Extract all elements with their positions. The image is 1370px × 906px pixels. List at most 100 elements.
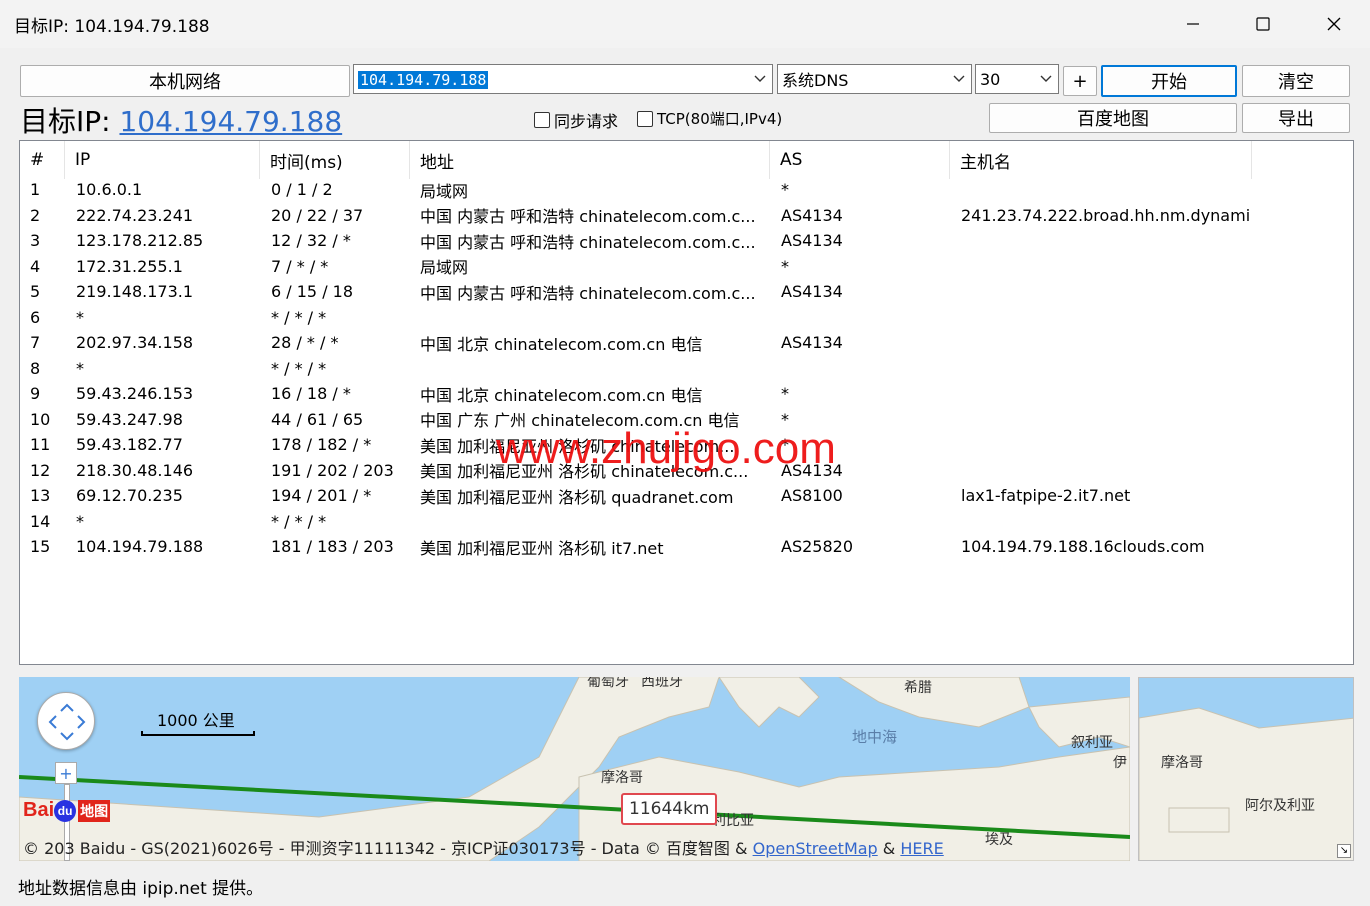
maximize-button[interactable] (1240, 0, 1286, 48)
col-header-ip[interactable]: IP (65, 141, 260, 179)
table-row[interactable]: 14 * * / * / * (20, 509, 1353, 535)
cell-address: 中国 内蒙古 呼和浩特 chinatelecom.com.c... (420, 283, 756, 303)
cell-hostname (961, 381, 1251, 407)
cell-ip: 59.43.247.98 (76, 409, 183, 429)
cell-ip: 59.43.246.153 (76, 384, 194, 404)
baidu-map-button[interactable]: 百度地图 (989, 103, 1237, 133)
col-header-time[interactable]: 时间(ms) (260, 141, 410, 179)
status-bar: 地址数据信息由 ipip.net 提供。 (18, 878, 264, 899)
map-copyright: © 203 Baidu - GS(2021)6026号 - 甲测资字111113… (23, 835, 944, 859)
col-header-address[interactable]: 地址 (410, 141, 770, 179)
cell-time: 6 / 15 / 18 (271, 282, 354, 302)
export-button[interactable]: 导出 (1242, 103, 1350, 133)
cell-hostname: 241.23.74.222.broad.hh.nm.dynami... (961, 205, 1251, 225)
tcp-label: TCP(80端口,IPv4) (657, 110, 783, 128)
cell-time: 7 / * / * (271, 256, 329, 276)
table-row[interactable]: 8 * * / * / * (20, 356, 1353, 382)
close-button[interactable] (1311, 0, 1357, 48)
col-header-as[interactable]: AS (770, 141, 950, 179)
cell-index: 8 (30, 358, 41, 378)
trace-table[interactable]: # IP 时间(ms) 地址 AS 主机名 1 10.6.0.1 0 / 1 / 2… (19, 140, 1354, 665)
table-row[interactable]: 5 219.148.173.1 6 / 15 / 18 中国 内蒙古 呼和浩特 chi… (20, 279, 1353, 305)
target-input[interactable]: 104.194.79.188 (358, 70, 489, 89)
cell-time: 16 / 18 / * (271, 384, 351, 404)
cell-ip: 219.148.173.1 (76, 282, 194, 302)
minimize-button[interactable] (1170, 0, 1216, 48)
title-bar: 目标IP: 104.194.79.188 (0, 0, 1370, 48)
openstreetmap-link[interactable]: OpenStreetMap (753, 839, 878, 858)
cell-time: 181 / 183 / 203 (271, 537, 394, 557)
cell-ip: * (76, 307, 84, 327)
cell-hostname (961, 432, 1251, 458)
overview-map[interactable]: 摩洛哥 阿尔及利亚 ↘ (1138, 677, 1354, 861)
start-button[interactable]: 开始 (1101, 65, 1237, 97)
cell-address: 中国 北京 chinatelecom.com.cn 电信 (420, 334, 703, 354)
cell-hostname (961, 228, 1251, 254)
table-row[interactable]: 9 59.43.246.153 16 / 18 / * 中国 北京 chinatele… (20, 381, 1353, 407)
cell-ip: 10.6.0.1 (76, 180, 143, 200)
cell-index: 15 (30, 537, 51, 557)
clear-button[interactable]: 清空 (1242, 65, 1350, 97)
cell-ip: 202.97.34.158 (76, 333, 194, 353)
zoom-in-button[interactable]: + (55, 762, 77, 784)
cell-index: 14 (30, 511, 51, 531)
collapse-overview-icon[interactable]: ↘ (1337, 844, 1351, 858)
cell-time: 28 / * / * (271, 333, 339, 353)
target-input-combo[interactable]: 104.194.79.188 (353, 64, 773, 94)
sync-request-checkbox[interactable]: 同步请求 (534, 108, 618, 132)
cell-address (420, 509, 765, 535)
col-header-hostname[interactable]: 主机名 (950, 141, 1252, 179)
local-network-button[interactable]: 本机网络 (20, 65, 350, 97)
table-row[interactable]: 7 202.97.34.158 28 / * / * 中国 北京 chinatelec… (20, 330, 1353, 356)
cell-time: 194 / 201 / * (271, 486, 372, 506)
cell-hostname (961, 509, 1251, 535)
chevron-down-icon[interactable] (947, 75, 971, 83)
cell-as: * (781, 180, 789, 200)
cell-index: 10 (30, 409, 51, 429)
table-row[interactable]: 13 69.12.70.235 194 / 201 / * 美国 加利福尼亚州 洛杉矶… (20, 483, 1353, 509)
cell-ip: 59.43.182.77 (76, 435, 183, 455)
cell-as: AS4134 (781, 231, 843, 251)
cell-address: 局域网 (420, 258, 469, 278)
cell-as: AS4134 (781, 333, 843, 353)
checkbox-box[interactable] (534, 112, 550, 128)
pan-arrows-icon (48, 703, 86, 741)
chevron-down-icon[interactable] (748, 75, 772, 83)
table-row[interactable]: 4 172.31.255.1 7 / * / * 局域网 * (20, 254, 1353, 280)
cell-index: 12 (30, 460, 51, 480)
minimize-icon (1187, 23, 1199, 25)
cell-index: 6 (30, 307, 41, 327)
cell-as (781, 509, 950, 535)
table-row[interactable]: 6 * * / * / * (20, 305, 1353, 331)
table-row[interactable]: 1 10.6.0.1 0 / 1 / 2 局域网 * (20, 177, 1353, 203)
cell-index: 5 (30, 282, 41, 302)
cell-as: AS4134 (781, 205, 843, 225)
cell-time: 44 / 61 / 65 (271, 409, 364, 429)
add-button[interactable]: + (1063, 66, 1097, 96)
cell-as: AS4134 (781, 282, 843, 302)
table-row[interactable]: 15 104.194.79.188 181 / 183 / 203 美国 加利福尼亚州… (20, 534, 1353, 560)
pan-control[interactable] (37, 692, 95, 750)
dns-select[interactable]: 系统DNS (777, 64, 972, 94)
count-select[interactable]: 30 (975, 64, 1059, 94)
table-row[interactable]: 3 123.178.212.85 12 / 32 / * 中国 内蒙古 呼和浩特 ch… (20, 228, 1353, 254)
col-header-index[interactable]: # (20, 141, 65, 179)
route-map[interactable]: 葡萄牙 西班牙 希腊 地中海 叙利亚 伊 摩洛哥 利比亚 埃及 + 1000 公… (19, 677, 1130, 861)
cell-time: 0 / 1 / 2 (271, 180, 333, 200)
copyright-prefix: © 20 (23, 839, 65, 858)
checkbox-box[interactable] (637, 110, 653, 127)
cell-index: 1 (30, 180, 41, 200)
table-row[interactable]: 2 222.74.23.241 20 / 22 / 37 中国 内蒙古 呼和浩特 ch… (20, 203, 1353, 229)
cell-ip: 218.30.48.146 (76, 460, 194, 480)
target-ip-link[interactable]: 104.194.79.188 (119, 105, 342, 138)
cell-index: 9 (30, 384, 41, 404)
map-label: 阿尔及利亚 (1245, 798, 1315, 814)
cell-address: 美国 加利福尼亚州 洛杉矶 quadranet.com (420, 487, 734, 507)
cell-ip: 123.178.212.85 (76, 231, 204, 251)
window-title: 目标IP: 104.194.79.188 (14, 17, 210, 37)
copyright-amp: & (877, 839, 901, 858)
here-link[interactable]: HERE (900, 839, 943, 858)
cell-as (781, 305, 950, 331)
chevron-down-icon[interactable] (1034, 75, 1058, 83)
tcp-checkbox[interactable]: TCP(80端口,IPv4) (637, 108, 782, 129)
